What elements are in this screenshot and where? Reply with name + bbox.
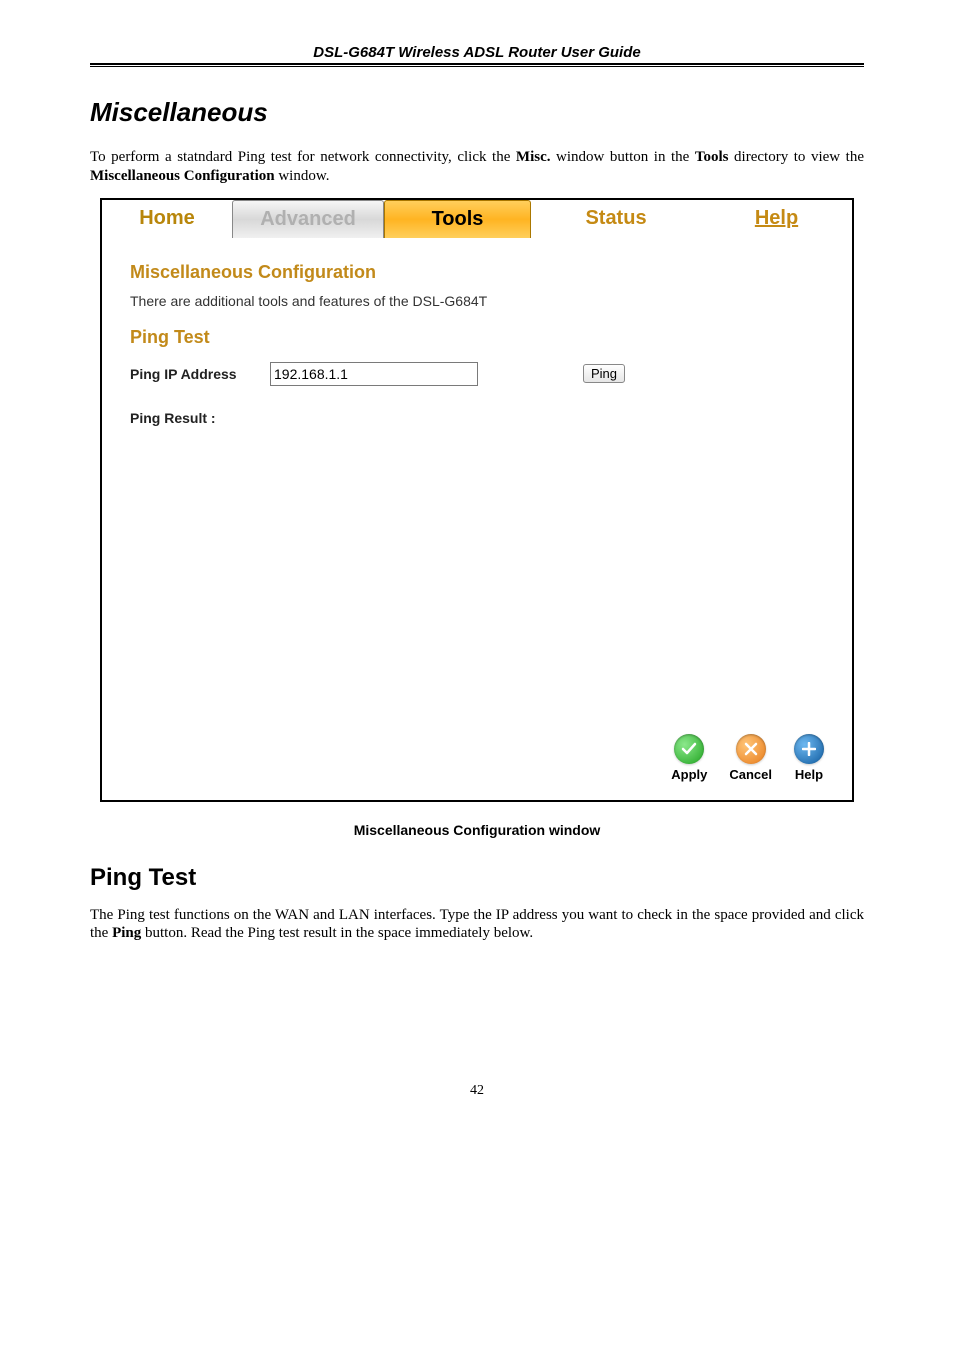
apply-label: Apply: [671, 767, 707, 782]
section-heading-pingtest: Ping Test: [90, 864, 864, 892]
text: window.: [275, 168, 330, 184]
text: To perform a statndard Ping test for net…: [90, 149, 516, 165]
text-bold: Ping: [112, 925, 141, 941]
help-button[interactable]: Help: [794, 734, 824, 782]
plus-icon: [794, 734, 824, 764]
x-icon: [736, 734, 766, 764]
tab-help[interactable]: Help: [701, 200, 852, 238]
text: directory to view the: [729, 149, 864, 165]
page-header-title: DSL-G684T Wireless ADSL Router User Guid…: [90, 40, 864, 65]
text-bold: Misc.: [516, 149, 551, 165]
text: button. Read the Ping test result in the…: [141, 925, 533, 941]
cancel-button[interactable]: Cancel: [729, 734, 772, 782]
text-bold: Miscellaneous Configuration: [90, 168, 275, 184]
ping-result-label: Ping Result :: [130, 410, 824, 426]
text: window button in the: [551, 149, 695, 165]
tab-tools[interactable]: Tools: [384, 200, 531, 238]
screenshot-caption: Miscellaneous Configuration window: [90, 822, 864, 838]
page-number: 42: [90, 1083, 864, 1099]
header-divider: [90, 66, 864, 67]
tab-bar: Home Advanced Tools Status Help: [102, 200, 852, 238]
tab-status[interactable]: Status: [531, 200, 701, 238]
ping-button[interactable]: Ping: [583, 364, 625, 383]
misc-config-desc: There are additional tools and features …: [130, 293, 824, 309]
footer-icon-row: Apply Cancel Help: [671, 734, 824, 782]
text-bold: Tools: [695, 149, 729, 165]
ping-ip-input[interactable]: [270, 362, 478, 386]
tab-advanced[interactable]: Advanced: [232, 200, 384, 238]
help-label: Help: [795, 767, 823, 782]
ping-ip-label: Ping IP Address: [130, 366, 240, 382]
ping-test-heading: Ping Test: [130, 327, 824, 348]
config-screenshot: Home Advanced Tools Status Help Miscella…: [100, 198, 854, 802]
apply-button[interactable]: Apply: [671, 734, 707, 782]
check-icon: [674, 734, 704, 764]
section-heading-misc: Miscellaneous: [90, 97, 864, 128]
cancel-label: Cancel: [729, 767, 772, 782]
pingtest-paragraph: The Ping test functions on the WAN and L…: [90, 906, 864, 944]
misc-paragraph: To perform a statndard Ping test for net…: [90, 148, 864, 186]
tab-home[interactable]: Home: [102, 200, 232, 238]
misc-config-heading: Miscellaneous Configuration: [130, 262, 824, 283]
